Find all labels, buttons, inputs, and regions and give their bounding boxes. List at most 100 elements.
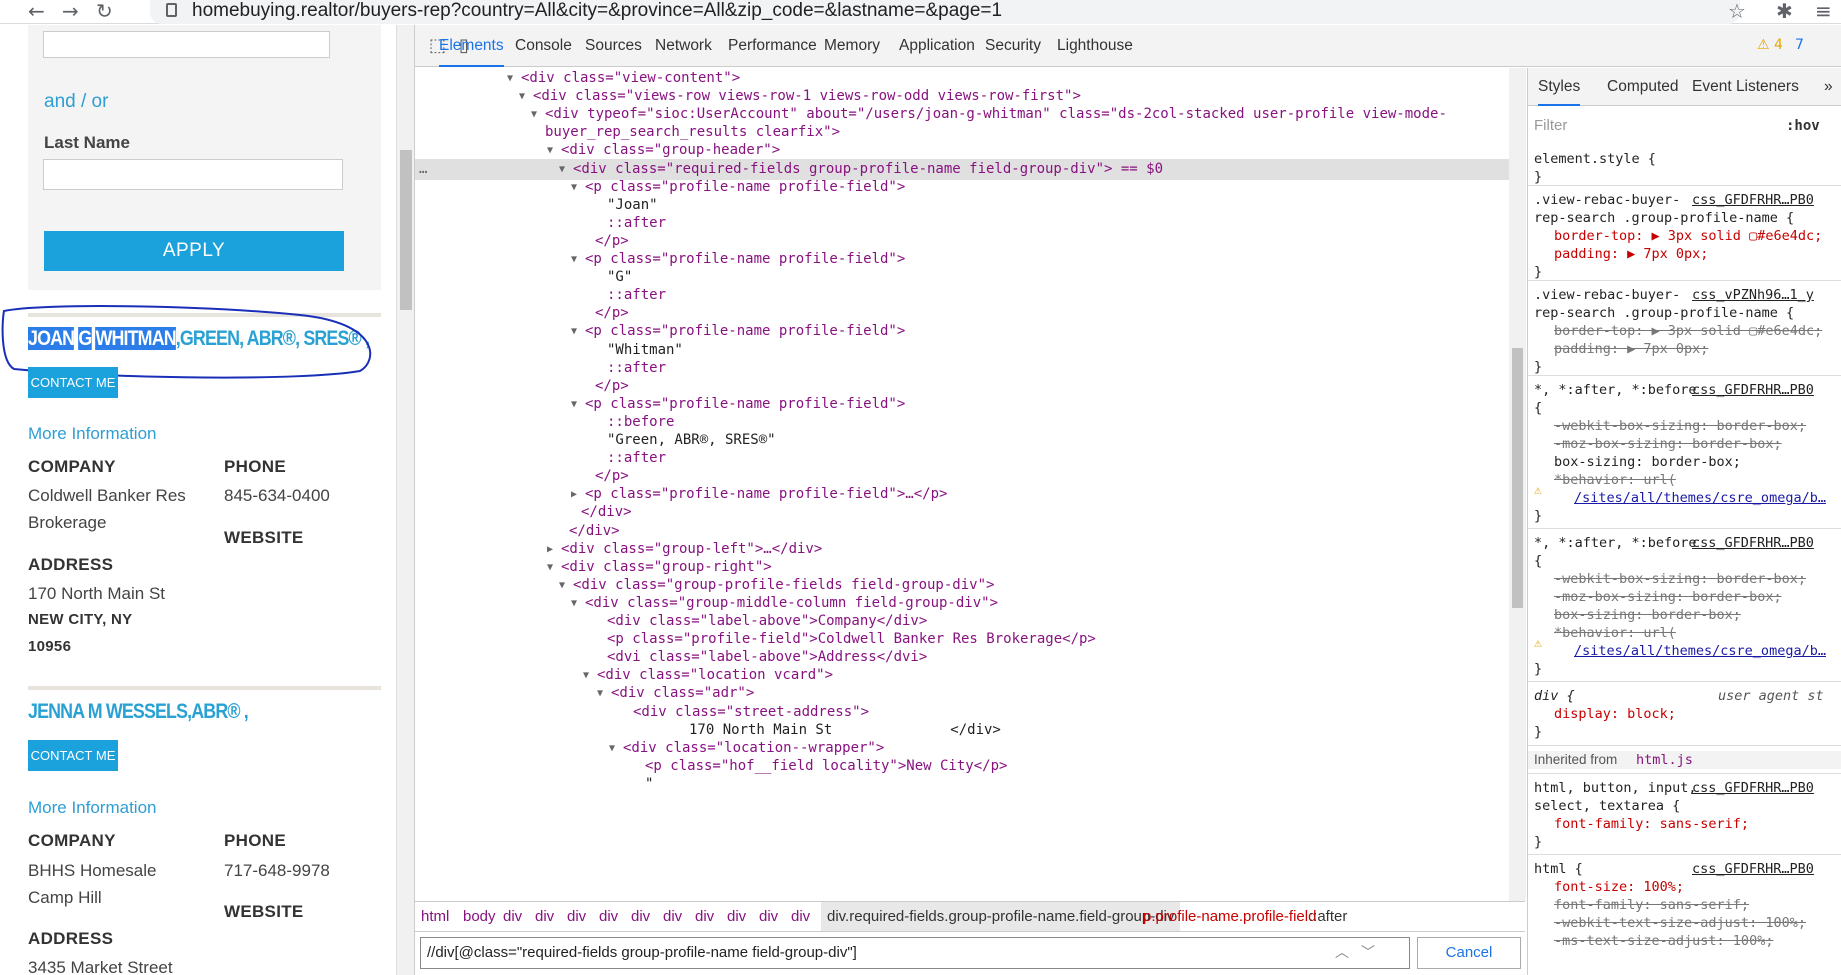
- css-rule-line[interactable]: select, textarea {: [1534, 797, 1841, 815]
- warnings-count[interactable]: ⚠ 4: [1757, 37, 1783, 53]
- tab-network[interactable]: Network: [655, 25, 712, 67]
- url-text[interactable]: homebuying.realtor/buyers-rep?country=Al…: [192, 0, 1002, 22]
- breadcrumb-item[interactable]: div: [631, 902, 650, 932]
- scrollbar-thumb[interactable]: [1512, 348, 1523, 608]
- css-rule-line[interactable]: html.js: [1636, 751, 1693, 769]
- css-rule-line[interactable]: font-size: 100%;: [1554, 878, 1841, 896]
- reload-icon[interactable]: ↻: [96, 0, 113, 22]
- css-rule-line[interactable]: }: [1534, 358, 1841, 376]
- css-rule-line[interactable]: /sites/all/themes/csre_omega/b…: [1574, 642, 1841, 660]
- extensions-icon[interactable]: ✱: [1776, 0, 1793, 22]
- dom-node-line[interactable]: ": [415, 774, 1512, 795]
- breadcrumb-item[interactable]: div: [503, 902, 522, 932]
- css-rule-line[interactable]: {: [1534, 552, 1841, 570]
- css-rule-line[interactable]: -moz-box-sizing: border-box;: [1554, 435, 1841, 453]
- css-rule-line[interactable]: *behavior: url(: [1554, 471, 1841, 489]
- styles-tab[interactable]: Styles: [1538, 68, 1581, 106]
- chevron-down-icon[interactable]: ﹀: [1361, 942, 1375, 962]
- css-rule-line[interactable]: box-sizing: border-box;: [1554, 453, 1841, 471]
- stylesheet-source-link[interactable]: css_GFDFRHR…PB0: [1692, 191, 1841, 209]
- last-name-input[interactable]: [43, 159, 343, 190]
- css-rule-line[interactable]: }: [1534, 168, 1841, 186]
- css-rule-line[interactable]: border-top: ▶ 3px solid ▢#e6e4dc;: [1554, 227, 1841, 245]
- tab-security[interactable]: Security: [985, 25, 1041, 67]
- menu-icon[interactable]: ≡: [1815, 0, 1832, 22]
- breadcrumb-item[interactable]: div: [599, 902, 618, 932]
- breadcrumb-item[interactable]: ::after: [1309, 902, 1347, 932]
- css-rule-line[interactable]: padding: ▶ 7px 0px;: [1554, 245, 1841, 263]
- first-name-input[interactable]: [43, 31, 330, 58]
- stylesheet-source-link[interactable]: css_GFDFRHR…PB0: [1692, 534, 1841, 552]
- css-rule-line[interactable]: -webkit-box-sizing: border-box;: [1554, 570, 1841, 588]
- css-rule-line[interactable]: rep-search .group-profile-name {: [1534, 304, 1841, 322]
- css-rule-line[interactable]: /sites/all/themes/csre_omega/b…: [1574, 489, 1841, 507]
- tab-elements[interactable]: Elements: [439, 25, 504, 67]
- stylesheet-source-link[interactable]: css_GFDFRHR…PB0: [1692, 779, 1841, 797]
- tab-memory[interactable]: Memory: [824, 25, 880, 67]
- forward-icon[interactable]: →: [62, 0, 79, 22]
- breadcrumb-item[interactable]: div: [535, 902, 554, 932]
- address-bar[interactable]: homebuying.realtor/buyers-rep?country=Al…: [150, 0, 1746, 24]
- css-rule-line[interactable]: border-top: ▶ 3px solid ▢#e6e4dc;: [1554, 322, 1841, 340]
- contact-me-button[interactable]: CONTACT ME: [28, 740, 118, 771]
- breadcrumb-item[interactable]: div: [759, 902, 778, 932]
- css-rule-line[interactable]: }: [1534, 833, 1841, 851]
- xpath-search-input[interactable]: //div[@class="required-fields group-prof…: [420, 937, 1410, 969]
- and-or-link[interactable]: and / or: [44, 91, 108, 113]
- breadcrumb-item[interactable]: p.profile-name.profile-field: [1143, 902, 1316, 932]
- css-rule-line[interactable]: }: [1534, 660, 1841, 678]
- breadcrumb-item[interactable]: div.required-fields.group-profile-name.f…: [821, 902, 1181, 932]
- stylesheet-source-link[interactable]: css_GFDFRHR…PB0: [1692, 860, 1841, 878]
- styles-tab[interactable]: »: [1824, 68, 1833, 106]
- tab-lighthouse[interactable]: Lighthouse: [1057, 25, 1133, 67]
- css-rule-line[interactable]: }: [1534, 507, 1841, 525]
- css-rule-line[interactable]: font-family: sans-serif;: [1554, 896, 1841, 914]
- breadcrumb-item[interactable]: div: [567, 902, 586, 932]
- css-rule-line[interactable]: -moz-box-sizing: border-box;: [1554, 588, 1841, 606]
- css-rule-line[interactable]: -ms-text-size-adjust: 100%;: [1554, 932, 1841, 950]
- elements-tree[interactable]: ▼ <div class="view-content"> ▼ <div class="…: [415, 68, 1512, 901]
- css-rule-line[interactable]: -webkit-text-size-adjust: 100%;: [1554, 914, 1841, 932]
- css-rule-line[interactable]: }: [1534, 723, 1841, 741]
- tab-application[interactable]: Application: [899, 25, 975, 67]
- styles-tab[interactable]: Computed: [1607, 68, 1679, 106]
- elements-scrollbar[interactable]: [1509, 68, 1526, 901]
- css-rule-line[interactable]: *behavior: url(: [1554, 624, 1841, 642]
- css-rule-line[interactable]: {: [1534, 399, 1841, 417]
- css-rule-line[interactable]: display: block;: [1554, 705, 1841, 723]
- breadcrumb-item[interactable]: div: [695, 902, 714, 932]
- stylesheet-source-link[interactable]: css_vPZNh96…1_y: [1692, 286, 1841, 304]
- contact-me-button[interactable]: CONTACT ME: [28, 367, 118, 398]
- css-rule-line[interactable]: box-sizing: border-box;: [1554, 606, 1841, 624]
- breadcrumb-item[interactable]: div: [663, 902, 682, 932]
- css-rule-line[interactable]: -webkit-box-sizing: border-box;: [1554, 417, 1841, 435]
- breadcrumb-item[interactable]: body: [463, 902, 496, 932]
- css-rule-line[interactable]: element.style {: [1534, 150, 1841, 168]
- page-scrollbar[interactable]: [396, 25, 414, 975]
- apply-button[interactable]: APPLY: [44, 231, 344, 271]
- back-icon[interactable]: ←: [28, 0, 45, 22]
- agent-name[interactable]: JENNA M WESSELS,ABR® ,: [28, 700, 249, 724]
- cancel-button[interactable]: Cancel: [1417, 937, 1521, 969]
- hov-toggle[interactable]: :hov: [1786, 112, 1820, 140]
- styles-tab[interactable]: Event Listeners: [1692, 68, 1799, 106]
- messages-count[interactable]: 7: [1795, 37, 1804, 53]
- more-information-link[interactable]: More Information: [28, 424, 157, 444]
- bookmark-star-icon[interactable]: ☆: [1728, 0, 1746, 22]
- chevron-up-icon[interactable]: ︿: [1335, 942, 1349, 962]
- scrollbar-thumb[interactable]: [400, 150, 412, 310]
- styles-filter-input[interactable]: Filter: [1534, 112, 1774, 140]
- more-information-link[interactable]: More Information: [28, 798, 157, 818]
- stylesheet-source-link[interactable]: css_GFDFRHR…PB0: [1692, 381, 1841, 399]
- css-rule-line[interactable]: font-family: sans-serif;: [1554, 815, 1841, 833]
- tab-sources[interactable]: Sources: [585, 25, 642, 67]
- tab-console[interactable]: Console: [515, 25, 572, 67]
- rule-separator: [1528, 280, 1841, 281]
- css-rule-line[interactable]: rep-search .group-profile-name {: [1534, 209, 1841, 227]
- breadcrumb-item[interactable]: html: [421, 902, 449, 932]
- tab-performance[interactable]: Performance: [728, 25, 817, 67]
- css-rule-line[interactable]: }: [1534, 263, 1841, 281]
- breadcrumb-item[interactable]: div: [791, 902, 810, 932]
- breadcrumb-item[interactable]: div: [727, 902, 746, 932]
- css-rule-line[interactable]: padding: ▶ 7px 0px;: [1554, 340, 1841, 358]
